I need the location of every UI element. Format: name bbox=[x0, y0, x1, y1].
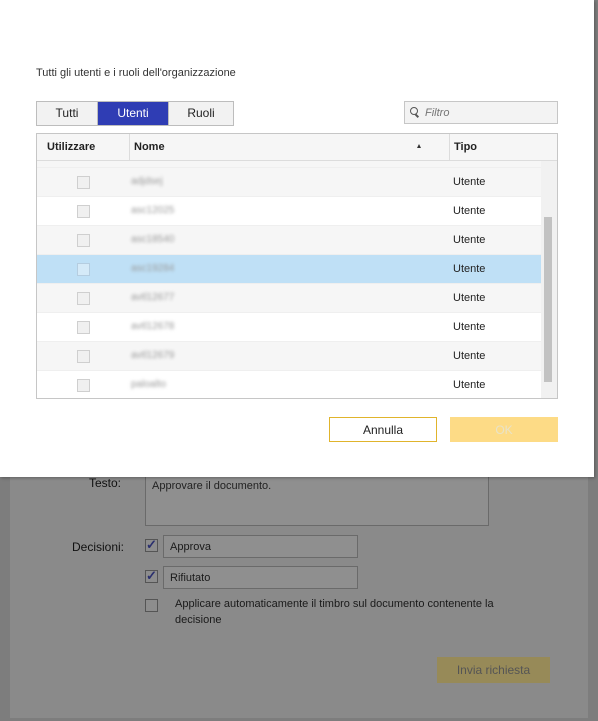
filter-input[interactable] bbox=[421, 106, 551, 119]
approve-field[interactable]: Approva bbox=[163, 535, 358, 558]
row-checkbox[interactable] bbox=[77, 205, 90, 218]
row-checkbox[interactable] bbox=[77, 350, 90, 363]
grid-scrollbar[interactable] bbox=[541, 161, 557, 398]
row-name: avtl12679 bbox=[131, 350, 175, 361]
ok-button[interactable]: OK bbox=[450, 417, 558, 442]
cancel-button[interactable]: Annulla bbox=[329, 417, 437, 442]
table-row[interactable]: asc18540 Utente bbox=[37, 226, 541, 255]
auto-stamp-checkbox[interactable] bbox=[145, 599, 158, 612]
table-row[interactable]: asc12025 Utente bbox=[37, 197, 541, 226]
table-row-selected[interactable]: asc19284 Utente bbox=[37, 255, 541, 284]
tab-roles[interactable]: Ruoli bbox=[169, 102, 233, 125]
auto-stamp-label: Applicare automaticamente il timbro sul … bbox=[175, 598, 494, 626]
users-grid: Utilizzare Nome Tipo adjdsej Utente asc1… bbox=[36, 133, 558, 399]
user-selection-dialog: Tutti gli utenti e i ruoli dell'organizz… bbox=[0, 0, 594, 477]
row-checkbox[interactable] bbox=[77, 321, 90, 334]
table-row[interactable]: adjdsej Utente bbox=[37, 168, 541, 197]
row-type: Utente bbox=[453, 350, 486, 362]
row-name: asc19284 bbox=[131, 263, 175, 274]
column-header-type[interactable]: Tipo bbox=[449, 134, 557, 161]
tab-all[interactable]: Tutti bbox=[37, 102, 98, 125]
column-header-name[interactable]: Nome bbox=[129, 134, 449, 161]
row-type: Utente bbox=[453, 176, 486, 188]
row-type: Utente bbox=[453, 292, 486, 304]
row-checkbox[interactable] bbox=[77, 176, 90, 189]
decisions-label: Decisioni: bbox=[72, 540, 125, 554]
text-label: Testo: bbox=[89, 476, 122, 490]
send-request-button[interactable]: Invia richiesta bbox=[437, 657, 550, 683]
dialog-subtitle: Tutti gli utenti e i ruoli dell'organizz… bbox=[36, 67, 236, 79]
table-row[interactable]: paloalto Utente bbox=[37, 371, 541, 398]
approve-checkbox[interactable] bbox=[145, 537, 158, 553]
grid-header: Utilizzare Nome Tipo bbox=[37, 134, 557, 161]
row-type: Utente bbox=[453, 263, 486, 275]
row-name: avtl12678 bbox=[131, 321, 175, 332]
row-type: Utente bbox=[453, 205, 486, 217]
row-name: avtl12677 bbox=[131, 292, 175, 303]
row-name: adjdsej bbox=[131, 176, 163, 187]
row-type: Utente bbox=[453, 234, 486, 246]
row-name: asc12025 bbox=[131, 205, 175, 216]
table-row[interactable]: avtl12679 Utente bbox=[37, 342, 541, 371]
search-icon bbox=[409, 106, 421, 119]
row-name: paloalto bbox=[131, 379, 167, 390]
filter-box bbox=[404, 101, 558, 124]
text-area[interactable]: Approvare il documento. bbox=[145, 474, 489, 526]
tab-users[interactable]: Utenti bbox=[98, 102, 169, 125]
row-checkbox[interactable] bbox=[77, 234, 90, 247]
grid-rows: adjdsej Utente asc12025 Utente asc18540 … bbox=[37, 161, 541, 398]
tab-bar: Tutti Utenti Ruoli bbox=[36, 101, 234, 126]
table-row[interactable]: avtl12677 Utente bbox=[37, 284, 541, 313]
column-header-use[interactable]: Utilizzare bbox=[37, 134, 129, 161]
sort-ascending-icon bbox=[417, 144, 421, 148]
table-row[interactable]: avtl12678 Utente bbox=[37, 313, 541, 342]
row-type: Utente bbox=[453, 379, 486, 391]
row-checkbox[interactable] bbox=[77, 292, 90, 305]
row-name: asc18540 bbox=[131, 234, 175, 245]
row-type: Utente bbox=[453, 321, 486, 333]
table-row[interactable] bbox=[37, 161, 541, 168]
row-checkbox[interactable] bbox=[77, 379, 90, 392]
row-checkbox[interactable] bbox=[77, 263, 90, 276]
scrollbar-thumb[interactable] bbox=[544, 217, 552, 382]
reject-checkbox[interactable] bbox=[145, 568, 158, 584]
reject-field[interactable]: Rifiutato bbox=[163, 566, 358, 589]
